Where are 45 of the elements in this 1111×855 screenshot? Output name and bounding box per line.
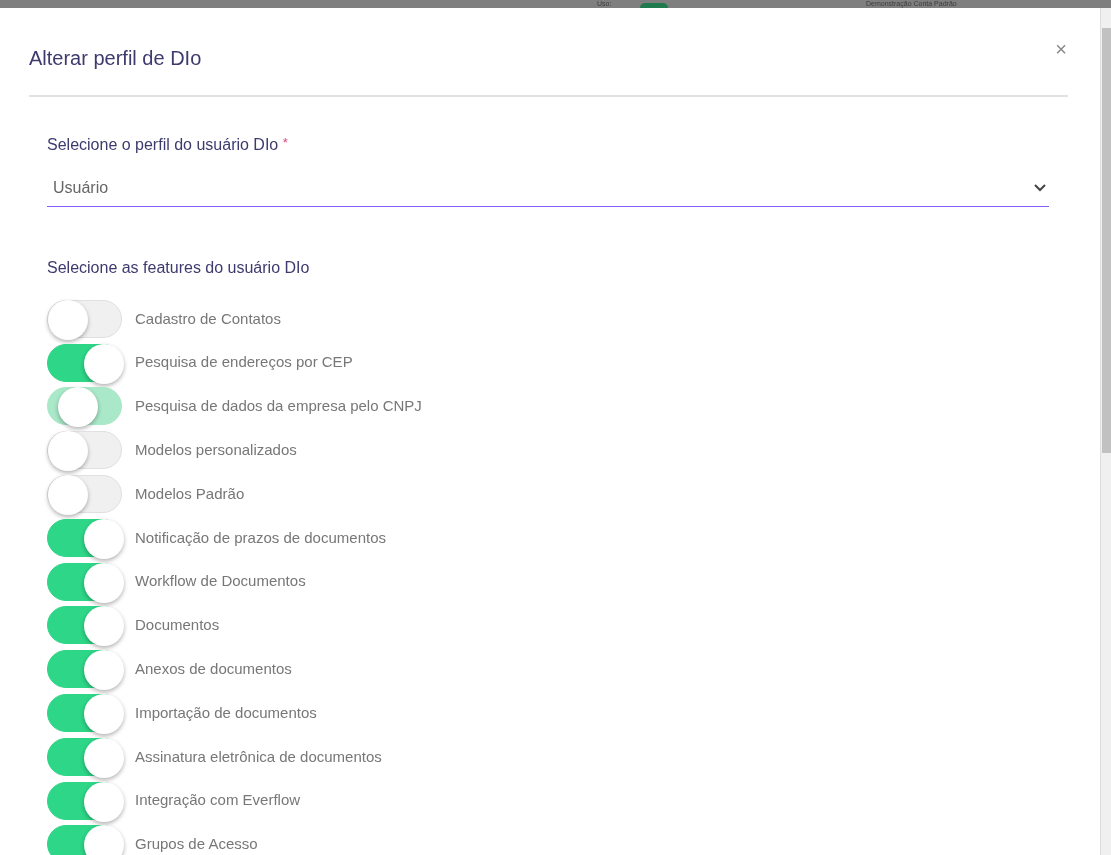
toggle-switch[interactable] <box>47 606 122 645</box>
toggle-switch[interactable] <box>47 562 122 601</box>
toggle-switch[interactable] <box>47 518 122 557</box>
feature-label: Pesquisa de endereços por CEP <box>135 352 353 373</box>
feature-label: Workflow de Documentos <box>135 571 306 592</box>
toggle-switch[interactable] <box>47 431 122 470</box>
close-button[interactable]: × <box>1055 39 1067 59</box>
feature-label: Grupos de Acesso <box>135 834 258 855</box>
feature-label: Modelos Padrão <box>135 483 245 504</box>
toggle-knob[interactable] <box>84 694 124 735</box>
toggle-knob[interactable] <box>84 737 124 778</box>
feature-label: Cadastro de Contatos <box>135 308 281 329</box>
toggle-switch[interactable] <box>47 343 122 382</box>
toggle-knob[interactable] <box>84 606 124 647</box>
feature-label: Documentos <box>135 615 220 636</box>
toggle-knob[interactable] <box>48 475 88 516</box>
toggle-knob[interactable] <box>84 825 124 855</box>
toggle-knob[interactable] <box>58 387 98 428</box>
feature-label: Anexos de documentos <box>135 659 292 679</box>
chevron-down-icon <box>1033 183 1047 192</box>
dialog-title: Alterar perfil de DIo <box>29 46 202 71</box>
toggle-knob[interactable] <box>84 343 124 384</box>
toggle-switch[interactable] <box>47 781 122 820</box>
toggle-switch[interactable] <box>47 475 122 514</box>
toggle-knob[interactable] <box>84 650 124 691</box>
profile-label: Selecione o perfil do usuário DIo * <box>47 134 289 155</box>
feature-label: Pesquisa de dados da empresa pelo CNPJ <box>135 396 422 417</box>
section-heading: Selecione as features do usuário DIo <box>47 258 311 278</box>
toggle-knob[interactable] <box>84 518 124 559</box>
toggle-knob[interactable] <box>84 781 124 822</box>
toggle-switch[interactable] <box>47 387 122 426</box>
toggle-knob[interactable] <box>48 431 88 472</box>
toggle-switch[interactable] <box>47 299 122 338</box>
toggle-switch[interactable] <box>47 825 122 855</box>
feature-label: Integração com Everflow <box>135 790 301 811</box>
toggle-switch[interactable] <box>47 737 122 776</box>
feature-label: Notificação de prazos de documentos <box>135 527 386 548</box>
toggle-knob[interactable] <box>84 562 124 603</box>
profile-select[interactable]: Usuário <box>47 169 1049 207</box>
feature-label: Importação de documentos <box>135 702 317 723</box>
toggle-switch[interactable] <box>47 650 122 689</box>
toggle-knob[interactable] <box>48 299 88 340</box>
feature-label: Assinatura eletrônica de documentos <box>135 746 382 767</box>
feature-label: Modelos personalizados <box>135 440 297 461</box>
toggle-switch[interactable] <box>47 694 122 733</box>
